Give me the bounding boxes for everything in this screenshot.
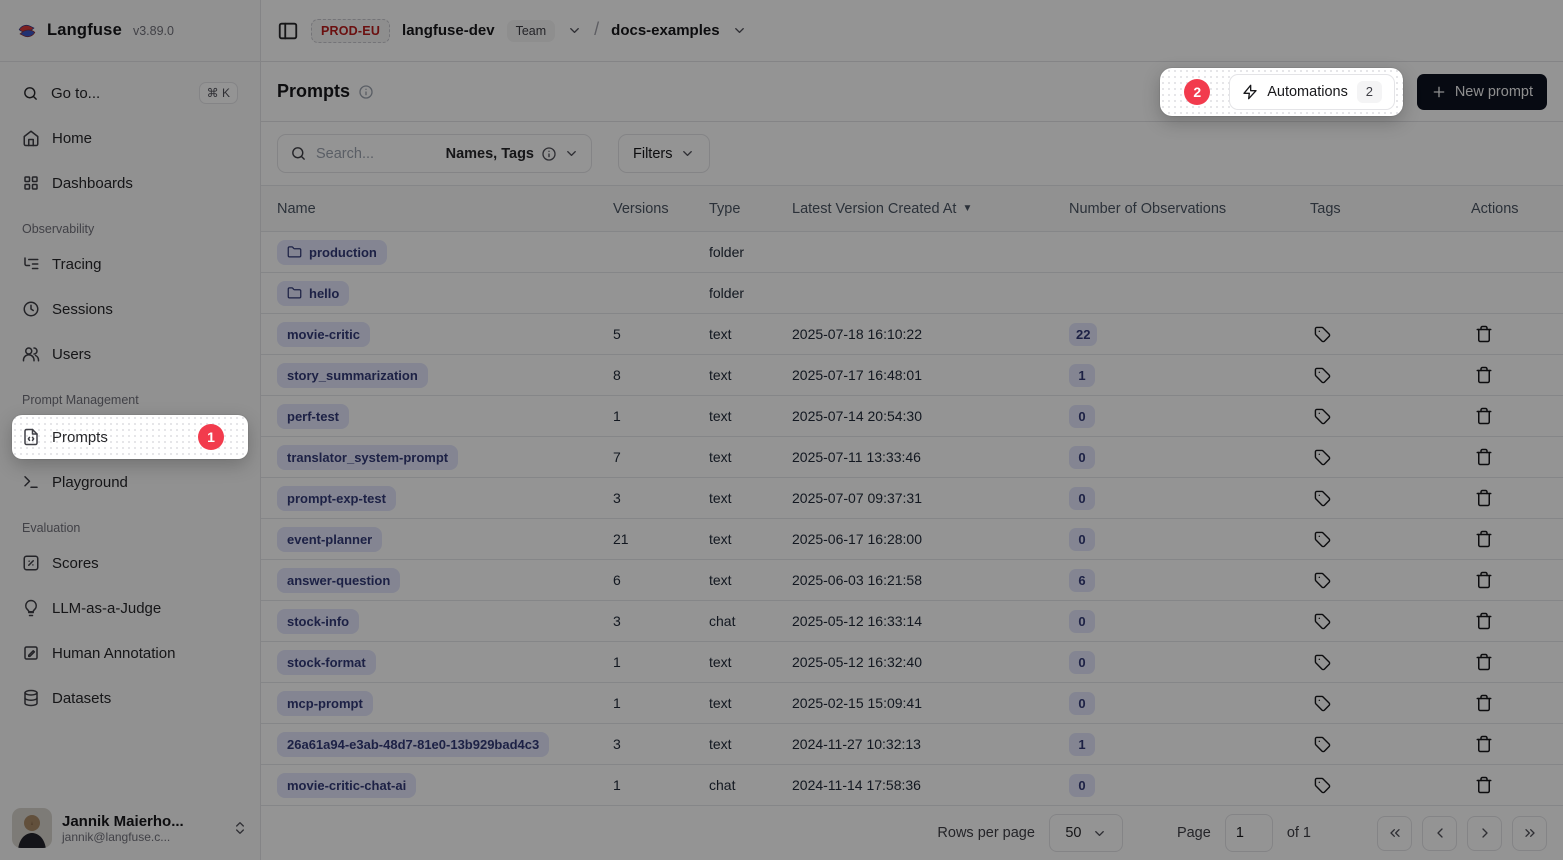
sidebar-item-prompts[interactable]: Prompts 1	[12, 415, 248, 459]
automations-spotlight: 2 Automations 2	[1160, 68, 1403, 116]
prompts-icon	[22, 428, 40, 446]
step-badge-2: 2	[1184, 79, 1210, 105]
app-root: Langfuse v3.89.0 Go to... ⌘ K Home Dashb…	[0, 0, 1563, 860]
automations-button[interactable]: Automations 2	[1229, 74, 1395, 110]
step-badge-1: 1	[198, 424, 224, 450]
zap-icon	[1242, 84, 1258, 100]
automations-label: Automations	[1267, 84, 1348, 100]
automations-count-badge: 2	[1357, 81, 1382, 103]
